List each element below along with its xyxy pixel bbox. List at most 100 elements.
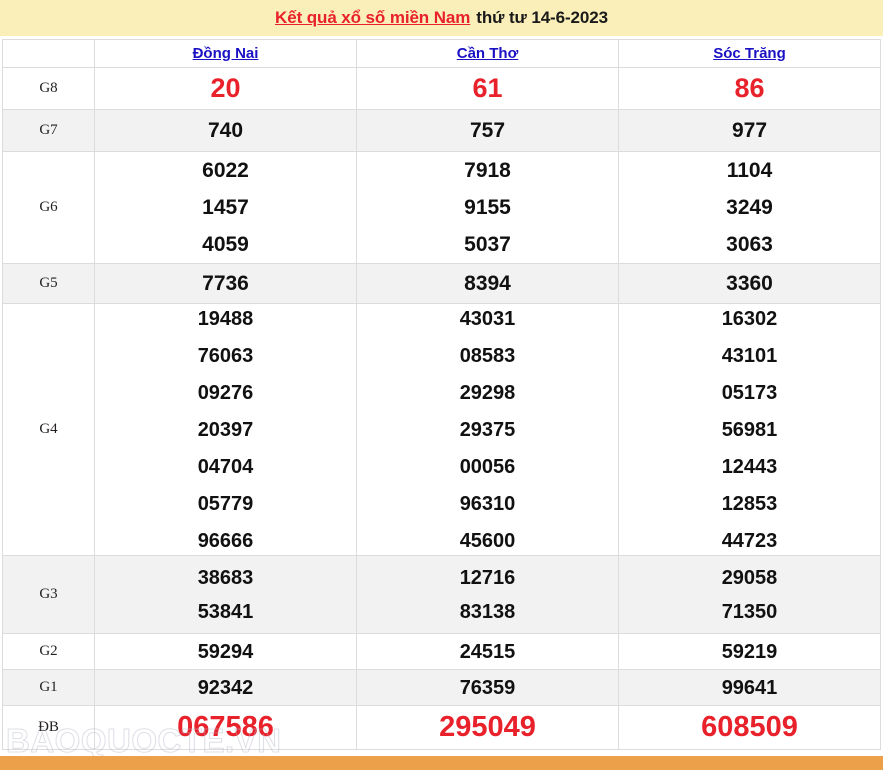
- prize-value-cell: 16302 43101 05173 56981 12443 12853 44723: [618, 303, 881, 556]
- table-corner-cell: [2, 39, 95, 68]
- prize-value-cell: 38683 53841: [94, 555, 357, 634]
- table-row: G3 38683 53841 12716 83138 29058 71350: [2, 555, 881, 634]
- page-title: Kết quả xổ số miền Nam: [275, 8, 471, 27]
- prize-value-cell: 86: [618, 67, 881, 110]
- prize-label-db: ĐB: [2, 705, 95, 750]
- lottery-number: 38683: [197, 566, 254, 589]
- lottery-number: 19488: [197, 307, 254, 330]
- prize-label-g7: G7: [2, 109, 95, 152]
- table-row: G7 740 757 977: [2, 109, 881, 152]
- lottery-number: 53841: [197, 600, 254, 623]
- lottery-number: 43101: [721, 344, 778, 367]
- lottery-number: 1457: [202, 196, 249, 219]
- province-link[interactable]: Đồng Nai: [193, 45, 259, 62]
- lottery-number: 12443: [721, 455, 778, 478]
- lottery-result-page: Kết quả xổ số miền Nam thứ tư 14-6-2023 …: [0, 0, 883, 770]
- lottery-number: 59294: [197, 640, 254, 663]
- prize-value-cell: 7918 9155 5037: [356, 151, 619, 264]
- prize-value-cell: 19488 76063 09276 20397 04704 05779 96666: [94, 303, 357, 556]
- column-header-province: Sóc Trăng: [618, 39, 881, 68]
- lottery-number: 45600: [459, 529, 516, 552]
- prize-label-g5: G5: [2, 263, 95, 304]
- lottery-number: 71350: [721, 600, 778, 623]
- lottery-number: 20: [210, 73, 241, 103]
- lottery-number: 7736: [202, 272, 249, 295]
- lottery-number: 86: [734, 73, 765, 103]
- prize-label-g8: G8: [2, 67, 95, 110]
- prize-value-cell: 99641: [618, 669, 881, 706]
- lottery-number: 08583: [459, 344, 516, 367]
- prize-label-g1: G1: [2, 669, 95, 706]
- lottery-number: 12716: [459, 566, 516, 589]
- prize-value-cell: 6022 1457 4059: [94, 151, 357, 264]
- prize-value-cell: 24515: [356, 633, 619, 670]
- lottery-number: 608509: [701, 711, 798, 743]
- lottery-number: 92342: [197, 676, 254, 699]
- lottery-number: 96666: [197, 529, 254, 552]
- prize-value-cell: 61: [356, 67, 619, 110]
- page-title-banner: Kết quả xổ số miền Nam thứ tư 14-6-2023: [0, 0, 883, 36]
- prize-value-cell: 3360: [618, 263, 881, 304]
- lottery-number: 59219: [721, 640, 778, 663]
- lottery-number: 977: [731, 119, 768, 142]
- lottery-number: 04704: [197, 455, 254, 478]
- prize-value-cell: 8394: [356, 263, 619, 304]
- prize-value-cell: 740: [94, 109, 357, 152]
- lottery-number: 99641: [721, 676, 778, 699]
- lottery-number: 5037: [464, 233, 511, 256]
- lottery-number: 9155: [464, 196, 511, 219]
- table-row: G4 19488 76063 09276 20397 04704 05779 96666 430…: [2, 303, 881, 556]
- lottery-number: 1104: [726, 159, 773, 182]
- column-header-province: Đồng Nai: [94, 39, 357, 68]
- lottery-number: 295049: [439, 711, 536, 743]
- table-row: G1 92342 76359 99641: [2, 669, 881, 706]
- prize-label-g4: G4: [2, 303, 95, 556]
- prize-value-cell: 76359: [356, 669, 619, 706]
- lottery-number: 29058: [721, 566, 778, 589]
- lottery-number: 83138: [459, 600, 516, 623]
- table-row: ĐB 067586 295049 608509: [2, 705, 881, 750]
- page-title-date: thứ tư 14-6-2023: [476, 8, 608, 27]
- lottery-number: 24515: [459, 640, 516, 663]
- table-row: G5 7736 8394 3360: [2, 263, 881, 304]
- lottery-number: 12853: [721, 492, 778, 515]
- lottery-number: 61: [472, 73, 503, 103]
- lottery-number: 067586: [177, 711, 274, 743]
- prize-value-cell: 59219: [618, 633, 881, 670]
- lottery-number: 20397: [197, 418, 254, 441]
- lottery-number: 7918: [464, 159, 511, 182]
- lottery-number: 56981: [721, 418, 778, 441]
- column-header-province: Cần Thơ: [356, 39, 619, 68]
- prize-value-cell: 067586: [94, 705, 357, 750]
- province-link[interactable]: Sóc Trăng: [713, 45, 786, 62]
- lottery-number: 8394: [464, 272, 511, 295]
- lottery-number: 3360: [726, 272, 773, 295]
- prize-value-cell: 977: [618, 109, 881, 152]
- prize-label-g6: G6: [2, 151, 95, 264]
- prize-value-cell: 59294: [94, 633, 357, 670]
- lottery-number: 09276: [197, 381, 254, 404]
- lottery-number: 76063: [197, 344, 254, 367]
- table-header-row: Đồng Nai Cần Thơ Sóc Trăng: [2, 39, 881, 68]
- table-row: G2 59294 24515 59219: [2, 633, 881, 670]
- table-row: G8 20 61 86: [2, 67, 881, 110]
- lottery-number: 6022: [202, 159, 249, 182]
- prize-value-cell: 295049: [356, 705, 619, 750]
- prize-value-cell: 7736: [94, 263, 357, 304]
- lottery-number: 3063: [726, 233, 773, 256]
- prize-label-g2: G2: [2, 633, 95, 670]
- prize-value-cell: 608509: [618, 705, 881, 750]
- lottery-number: 00056: [459, 455, 516, 478]
- prize-value-cell: 20: [94, 67, 357, 110]
- lottery-number: 757: [469, 119, 506, 142]
- prize-value-cell: 43031 08583 29298 29375 00056 96310 45600: [356, 303, 619, 556]
- prize-value-cell: 757: [356, 109, 619, 152]
- lottery-number: 43031: [459, 307, 516, 330]
- province-link[interactable]: Cần Thơ: [457, 45, 519, 62]
- lottery-number: 05173: [721, 381, 778, 404]
- prize-label-g3: G3: [2, 555, 95, 634]
- lottery-number: 05779: [197, 492, 254, 515]
- lottery-number: 740: [207, 119, 244, 142]
- lottery-number: 29298: [459, 381, 516, 404]
- lottery-number: 16302: [721, 307, 778, 330]
